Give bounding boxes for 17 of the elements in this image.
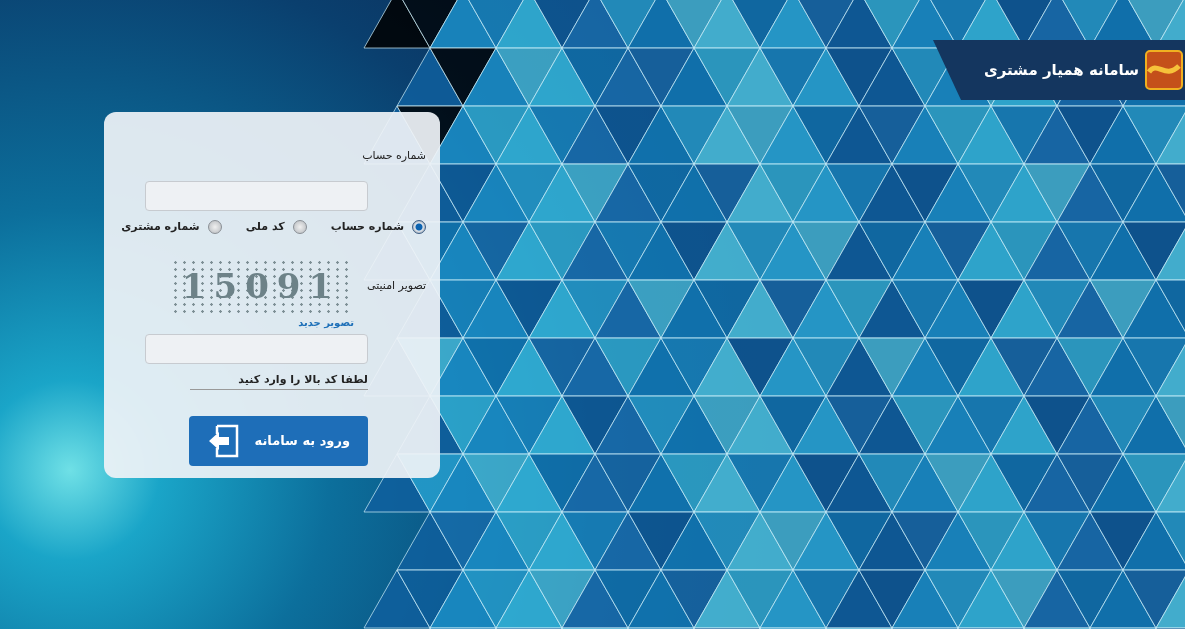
captcha-input-field[interactable]: [145, 334, 368, 364]
radio-label: شماره حساب: [330, 218, 404, 235]
radio-button[interactable]: [207, 219, 222, 234]
radio-button[interactable]: [412, 219, 426, 234]
new-captcha-link[interactable]: تصویر جدید: [298, 315, 354, 330]
radio-label: کد ملی: [245, 218, 285, 235]
radio-label: شماره مشتری: [121, 218, 200, 235]
account-input-field[interactable]: [145, 180, 368, 211]
login-button[interactable]: ورود به سامانه: [189, 415, 368, 466]
site-title: سامانه همیار مشتری: [983, 59, 1139, 81]
account-label: شماره حساب: [362, 148, 426, 164]
login-icon: [207, 423, 239, 458]
logo-icon: [1145, 50, 1183, 90]
captcha-label: تصویر امنیتی: [367, 278, 426, 295]
captcha-hint: لطفا کد بالا را وارد کنید: [190, 372, 368, 390]
radio-button[interactable]: [292, 219, 307, 234]
captcha-image: 15091: [171, 259, 351, 314]
